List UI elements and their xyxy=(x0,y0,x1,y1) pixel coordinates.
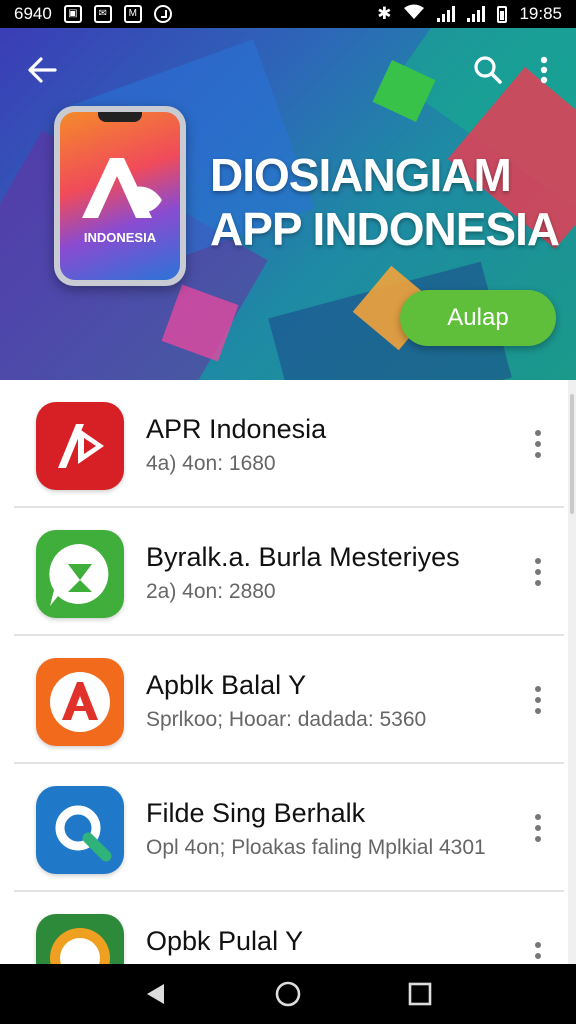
more-options-button[interactable] xyxy=(522,552,554,592)
signal-icon xyxy=(437,6,456,22)
system-nav-bar xyxy=(0,964,576,1024)
banner-cta-button[interactable]: Aulap xyxy=(400,290,556,346)
status-right: ✱ 19:85 xyxy=(377,4,562,25)
app-meta: Sprlkoo; Hooar: dadada: 5360 xyxy=(146,708,427,731)
status-time: 19:85 xyxy=(519,4,562,23)
status-left: 6940 ▣ ✉ M xyxy=(14,4,172,24)
back-triangle-icon[interactable] xyxy=(143,981,169,1007)
more-options-button[interactable] xyxy=(522,424,554,464)
app-meta: 4a) 4on: 1680 xyxy=(146,452,276,475)
home-circle-icon[interactable] xyxy=(274,980,302,1008)
list-item[interactable]: Opbk Pulal Y xyxy=(0,892,568,964)
app-name: Byralk.a. Burla Mesteriyes xyxy=(146,542,460,572)
scrollbar-thumb[interactable] xyxy=(570,394,574,514)
gmail-icon: M xyxy=(123,5,142,23)
recents-square-icon[interactable] xyxy=(407,981,433,1007)
status-left-text: 6940 xyxy=(14,4,52,23)
list-item[interactable]: APR Indonesia 4a) 4on: 1680 xyxy=(0,380,568,508)
hero-banner: INDONESIA DIOSIANGIAM APP INDONESIA Aula… xyxy=(0,28,576,380)
more-options-button[interactable] xyxy=(522,936,554,964)
image-icon: ▣ xyxy=(63,5,82,23)
more-vertical-icon xyxy=(540,56,548,84)
app-meta: Opl 4on; Ploakas faling Mplkial 4301 xyxy=(146,836,486,859)
phone-illustration: INDONESIA xyxy=(54,106,186,286)
signal-icon xyxy=(467,6,486,22)
phone-screen: INDONESIA xyxy=(60,112,180,280)
app-name: Opbk Pulal Y xyxy=(146,926,304,956)
back-arrow-icon xyxy=(28,57,57,83)
app-name: Filde Sing Berhalk xyxy=(146,798,366,828)
app-meta: 2a) 4on: 2880 xyxy=(146,580,276,603)
list-item[interactable]: Filde Sing Berhalk Opl 4on; Ploakas fali… xyxy=(0,764,568,892)
q-logo-icon xyxy=(55,805,112,862)
search-button[interactable] xyxy=(468,50,508,90)
app-icon xyxy=(36,914,124,964)
wifi-icon xyxy=(403,4,425,25)
app-icon xyxy=(36,530,124,618)
list-item[interactable]: Apblk Balal Y Sprlkoo; Hooar: dadada: 53… xyxy=(0,636,568,764)
more-options-button[interactable] xyxy=(522,808,554,848)
scrollbar[interactable] xyxy=(568,380,576,964)
search-icon xyxy=(474,56,502,84)
more-options-button[interactable] xyxy=(522,680,554,720)
a-logo-icon xyxy=(82,158,162,218)
bluetooth-icon: ✱ xyxy=(377,4,392,23)
alarm-icon xyxy=(153,5,172,23)
list-item[interactable]: Byralk.a. Burla Mesteriyes 2a) 4on: 2880 xyxy=(0,508,568,636)
a-logo-icon xyxy=(50,672,110,732)
back-button[interactable] xyxy=(22,50,62,90)
banner-title-line1: DIOSIANGIAM xyxy=(210,149,512,201)
overflow-menu-button[interactable] xyxy=(526,50,562,90)
compass-logo-icon xyxy=(50,928,110,964)
app-name: APR Indonesia xyxy=(146,414,327,444)
status-bar: 6940 ▣ ✉ M ✱ 19:85 xyxy=(0,0,576,28)
app-icon xyxy=(36,786,124,874)
banner-title-line2: APP INDONESIA xyxy=(210,203,560,255)
app-icon xyxy=(36,402,124,490)
play-logo-icon xyxy=(58,424,104,468)
chat-bubble-icon xyxy=(49,543,109,606)
app-icon xyxy=(36,658,124,746)
mail-icon: ✉ xyxy=(93,5,112,23)
app-list: APR Indonesia 4a) 4on: 1680 Byralk.a. Bu… xyxy=(0,380,568,964)
battery-icon xyxy=(497,5,508,23)
phone-label: INDONESIA xyxy=(83,230,157,245)
banner-title: DIOSIANGIAM APP INDONESIA xyxy=(210,148,560,256)
app-name: Apblk Balal Y xyxy=(146,670,307,700)
